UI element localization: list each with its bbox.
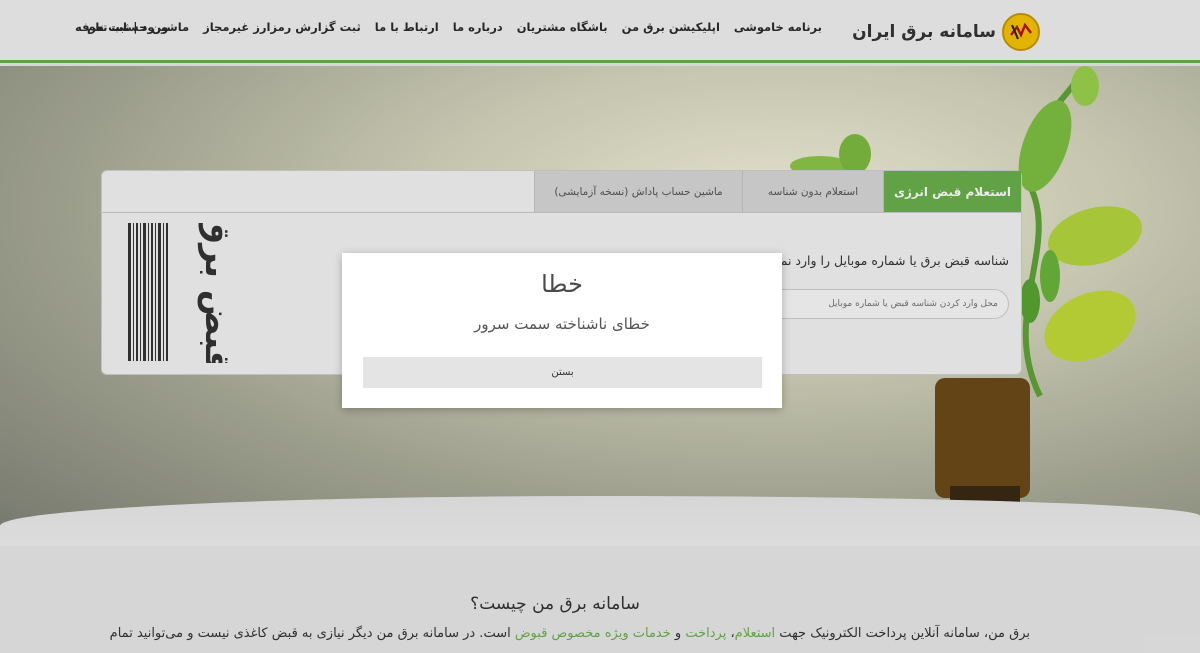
- close-button[interactable]: بستن: [363, 357, 762, 388]
- dialog-title: خطا: [541, 270, 583, 298]
- dialog-message: خطای ناشناخته سمت سرور: [474, 315, 650, 333]
- error-dialog: خطا خطای ناشناخته سمت سرور بستن: [342, 253, 782, 408]
